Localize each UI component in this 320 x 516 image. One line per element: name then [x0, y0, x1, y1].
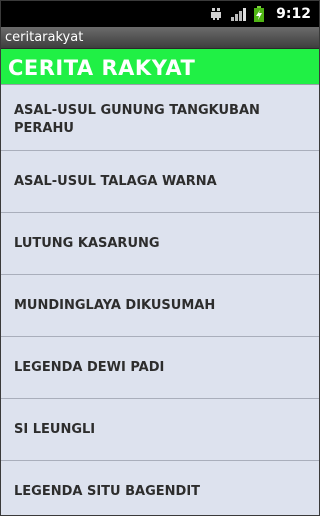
- list-item-label: MUNDINGLAYA DIKUSUMAH: [14, 297, 216, 313]
- status-bar: 9:12: [1, 1, 319, 27]
- list-item-story[interactable]: SI LEUNGLI: [1, 399, 319, 461]
- signal-icon: [230, 7, 247, 21]
- page-title: CERITA RAKYAT: [1, 49, 319, 85]
- phone-screen: 9:12 ceritarakyat CERITA RAKYAT ASAL-USU…: [0, 0, 320, 516]
- status-time: 9:12: [276, 6, 311, 22]
- list-item-story[interactable]: LUTUNG KASARUNG: [1, 213, 319, 275]
- list-item-story[interactable]: LEGENDA DEWI PADI: [1, 337, 319, 399]
- list-item-label: ASAL-USUL GUNUNG TANGKUBAN PERAHU: [14, 102, 260, 136]
- story-list: ASAL-USUL GUNUNG TANGKUBAN PERAHU ASAL-U…: [1, 85, 319, 515]
- list-item-label: ASAL-USUL TALAGA WARNA: [14, 173, 217, 189]
- list-item-label: LUTUNG KASARUNG: [14, 235, 160, 251]
- battery-charging-icon: [254, 6, 265, 22]
- app-title-bar: ceritarakyat: [1, 27, 319, 49]
- list-item-story[interactable]: LEGENDA SITU BAGENDIT: [1, 461, 319, 515]
- list-item-story[interactable]: ASAL-USUL GUNUNG TANGKUBAN PERAHU: [1, 85, 319, 151]
- list-item-label: LEGENDA SITU BAGENDIT: [14, 483, 201, 499]
- usb-debug-icon: [210, 7, 222, 21]
- list-item-label: SI LEUNGLI: [14, 421, 96, 437]
- list-item-story[interactable]: ASAL-USUL TALAGA WARNA: [1, 151, 319, 213]
- list-item-story[interactable]: MUNDINGLAYA DIKUSUMAH: [1, 275, 319, 337]
- list-item-label: LEGENDA DEWI PADI: [14, 359, 165, 375]
